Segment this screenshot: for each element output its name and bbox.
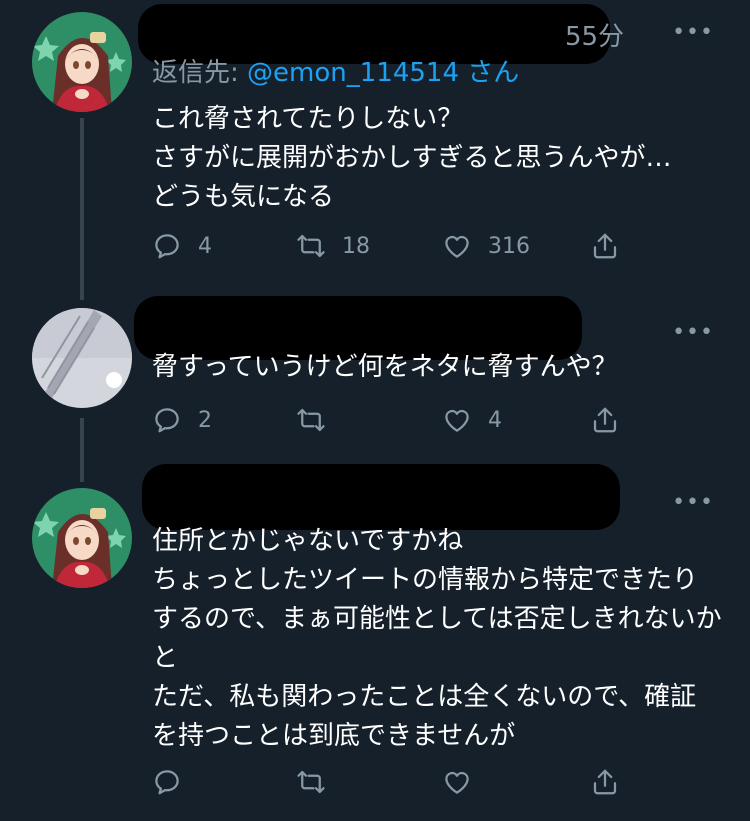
reply-button[interactable] (152, 764, 198, 800)
reply-button[interactable]: 2 (152, 402, 212, 438)
like-button[interactable] (442, 764, 488, 800)
thread-line (80, 118, 84, 300)
share-button[interactable] (590, 764, 620, 800)
retweet-count: 18 (342, 233, 370, 259)
share-button[interactable] (590, 402, 620, 438)
share-icon (593, 407, 617, 433)
reply-suffix: さん (459, 58, 520, 88)
tweet-2[interactable]: ••• 脅すっていうけど何をネタに脅すんや？ 2 4 (0, 290, 750, 460)
retweet-icon (297, 770, 325, 794)
tweet-text: 脅すっていうけど何をネタに脅すんや？ (152, 352, 618, 382)
retweet-icon (297, 234, 325, 258)
tweet-1[interactable]: 55分 ••• 返信先: @emon_114514 さん これ脅されてたりしない… (0, 0, 750, 300)
retweet-icon (297, 408, 325, 432)
tweet-text: 住所とかじゃないですかね ちょっとしたツイートの情報から特定できたりするので、ま… (152, 526, 722, 751)
retweet-button[interactable]: 18 (296, 228, 370, 264)
reply-handle-link[interactable]: @emon_114514 (247, 58, 459, 88)
thread-line (80, 418, 84, 460)
reply-icon (155, 770, 179, 795)
avatar-anime-girl[interactable] (32, 488, 132, 588)
thread-line (80, 460, 84, 482)
retweet-button[interactable] (296, 402, 342, 438)
like-button[interactable]: 316 (442, 228, 530, 264)
reply-icon (155, 234, 179, 259)
share-button[interactable] (590, 228, 620, 264)
thread-line (80, 290, 84, 298)
like-icon (445, 409, 469, 432)
avatar-anime-girl[interactable] (32, 12, 132, 112)
redacted-name (142, 464, 620, 530)
action-bar: 2 4 (152, 402, 632, 438)
share-icon (593, 769, 617, 795)
retweet-button[interactable] (296, 764, 342, 800)
action-bar: 4 18 316 (152, 228, 632, 264)
reply-count: 2 (198, 407, 212, 433)
reply-prefix: 返信先: (152, 58, 248, 88)
more-icon[interactable]: ••• (672, 320, 714, 345)
like-count: 316 (488, 233, 530, 259)
like-icon (445, 235, 469, 258)
like-count: 4 (488, 407, 502, 433)
timestamp[interactable]: 55分 (565, 16, 624, 53)
reply-button[interactable]: 4 (152, 228, 212, 264)
share-icon (593, 233, 617, 259)
avatar-crane-photo[interactable] (32, 308, 132, 408)
reply-icon (155, 408, 179, 433)
more-icon[interactable]: ••• (672, 490, 714, 515)
action-bar (152, 764, 632, 800)
reply-count: 4 (198, 233, 212, 259)
more-icon[interactable]: ••• (672, 20, 714, 45)
tweet-3[interactable]: ••• 住所とかじゃないですかね ちょっとしたツイートの情報から特定できたりする… (0, 460, 750, 821)
tweet-text: これ脅されてたりしない？ さすがに展開がおかしすぎると思うんやが… どうも気にな… (152, 104, 672, 212)
reply-to: 返信先: @emon_114514 さん (152, 52, 519, 89)
like-icon (445, 771, 469, 794)
like-button[interactable]: 4 (442, 402, 502, 438)
